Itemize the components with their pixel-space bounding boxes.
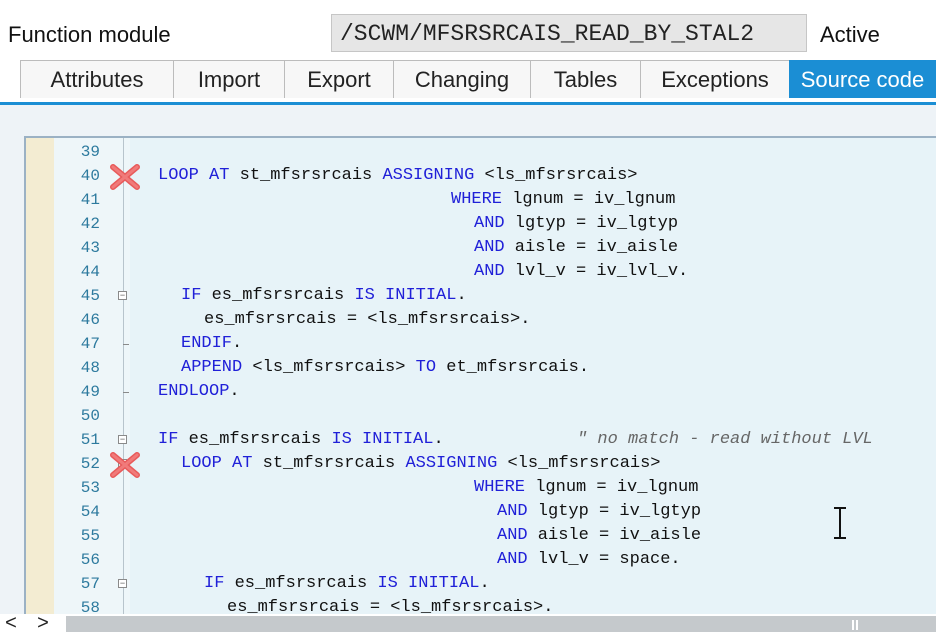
code-text: AND lgtyp = iv_lgtyp: [497, 502, 702, 521]
code-line[interactable]: 39: [26, 140, 936, 164]
scroll-grip-icon[interactable]: [852, 620, 860, 630]
function-module-label: Function module: [8, 22, 171, 47]
code-line[interactable]: 54 AND lgtyp = iv_lgtyp: [26, 500, 936, 524]
code-text: WHERE lgnum = iv_lgnum: [451, 190, 676, 209]
code-line[interactable]: 50: [26, 404, 936, 428]
line-number: 45: [80, 287, 100, 305]
tab-export[interactable]: Export: [284, 60, 394, 98]
line-number: 56: [80, 551, 100, 569]
line-number: 50: [80, 407, 100, 425]
code-text: es_mfsrsrcais = <ls_mfsrsrcais>.: [227, 598, 554, 614]
line-number: 43: [80, 239, 100, 257]
code-line[interactable]: 42 AND lgtyp = iv_lgtyp: [26, 212, 936, 236]
tab-exceptions[interactable]: Exceptions: [640, 60, 790, 98]
line-number: 46: [80, 311, 100, 329]
code-text: LOOP AT st_mfsrsrcais ASSIGNING <ls_mfsr…: [158, 166, 638, 185]
tab-strip: Attributes Import Export Changing Tables…: [0, 60, 936, 104]
code-line[interactable]: 45 − IF es_mfsrsrcais IS INITIAL.: [26, 284, 936, 308]
line-number: 53: [80, 479, 100, 497]
code-text: LOOP AT st_mfsrsrcais ASSIGNING <ls_mfsr…: [181, 454, 661, 473]
code-line[interactable]: 40 LOOP AT st_mfsrsrcais ASSIGNING <ls_m…: [26, 164, 936, 190]
text-cursor-icon: [830, 506, 850, 540]
line-number: 47: [80, 335, 100, 353]
tab-source-code[interactable]: Source code: [789, 60, 936, 98]
code-text: AND lvl_v = iv_lvl_v.: [474, 262, 689, 281]
code-line[interactable]: 47 ENDIF.: [26, 332, 936, 356]
code-text: AND lgtyp = iv_lgtyp: [474, 214, 679, 233]
code-line[interactable]: 41 WHERE lgnum = iv_lgnum: [26, 188, 936, 212]
scroll-left-icon[interactable]: <: [0, 613, 22, 634]
line-number: 39: [80, 143, 100, 161]
line-number: 42: [80, 215, 100, 233]
line-number: 40: [80, 167, 100, 185]
fold-toggle-icon[interactable]: −: [118, 291, 127, 300]
code-line[interactable]: 51 − IF es_mfsrsrcais IS INITIAL. " no m…: [26, 428, 936, 452]
line-number: 52: [80, 455, 100, 473]
code-comment: " no match - read without LVL: [577, 430, 873, 449]
code-line[interactable]: 46 es_mfsrsrcais = <ls_mfsrsrcais>.: [26, 308, 936, 332]
line-number: 49: [80, 383, 100, 401]
code-text: ENDLOOP.: [158, 382, 240, 401]
code-text: AND aisle = iv_aisle: [474, 238, 679, 257]
code-text: AND lvl_v = space.: [497, 550, 681, 569]
line-number: 51: [80, 431, 100, 449]
line-number: 58: [80, 599, 100, 614]
code-line[interactable]: 43 AND aisle = iv_aisle: [26, 236, 936, 260]
source-code-editor[interactable]: 39 40 LOOP AT st_mfsrsrcais ASSIGNING <l…: [24, 136, 936, 614]
code-line[interactable]: 57 − IF es_mfsrsrcais IS INITIAL.: [26, 572, 936, 596]
tab-underline: [0, 102, 936, 105]
code-text: es_mfsrsrcais = <ls_mfsrsrcais>.: [204, 310, 531, 329]
code-text: IF es_mfsrsrcais IS INITIAL.: [158, 430, 444, 449]
scroll-right-icon[interactable]: >: [32, 613, 54, 634]
fold-toggle-icon[interactable]: −: [118, 435, 127, 444]
code-line[interactable]: 53 WHERE lgnum = iv_lgnum: [26, 476, 936, 500]
line-number: 57: [80, 575, 100, 593]
horizontal-scrollbar[interactable]: < >: [0, 613, 936, 634]
scroll-track[interactable]: [66, 616, 936, 632]
line-number: 55: [80, 527, 100, 545]
code-line[interactable]: 52 − LOOP AT st_mfsrsrcais ASSIGNING <ls…: [26, 452, 936, 478]
code-text: IF es_mfsrsrcais IS INITIAL.: [181, 286, 467, 305]
tab-import[interactable]: Import: [173, 60, 285, 98]
code-line[interactable]: 58 es_mfsrsrcais = <ls_mfsrsrcais>.: [26, 596, 936, 614]
code-text: APPEND <ls_mfsrsrcais> TO et_mfsrsrcais.: [181, 358, 590, 377]
line-number: 48: [80, 359, 100, 377]
code-text: ENDIF.: [181, 334, 243, 353]
code-line[interactable]: 48 APPEND <ls_mfsrsrcais> TO et_mfsrsrca…: [26, 356, 936, 380]
fold-end-marker: [123, 392, 129, 393]
code-text: WHERE lgnum = iv_lgnum: [474, 478, 699, 497]
function-module-name-field[interactable]: /SCWM/MFSRSRCAIS_READ_BY_STAL2: [331, 14, 807, 52]
code-line[interactable]: 44 AND lvl_v = iv_lvl_v.: [26, 260, 936, 284]
code-line[interactable]: 55 AND aisle = iv_aisle: [26, 524, 936, 548]
tab-tables[interactable]: Tables: [530, 60, 641, 98]
code-text: AND aisle = iv_aisle: [497, 526, 702, 545]
line-number: 44: [80, 263, 100, 281]
line-number: 54: [80, 503, 100, 521]
code-line[interactable]: 56 AND lvl_v = space.: [26, 548, 936, 572]
tab-attributes[interactable]: Attributes: [20, 60, 174, 98]
fold-end-marker: [123, 344, 129, 345]
fold-toggle-icon[interactable]: −: [118, 579, 127, 588]
header-bar: Function module /SCWM/MFSRSRCAIS_READ_BY…: [0, 0, 936, 60]
code-text: IF es_mfsrsrcais IS INITIAL.: [204, 574, 490, 593]
code-line[interactable]: 49 ENDLOOP.: [26, 380, 936, 404]
line-number: 41: [80, 191, 100, 209]
status-text: Active: [820, 22, 880, 47]
tab-changing[interactable]: Changing: [393, 60, 531, 98]
